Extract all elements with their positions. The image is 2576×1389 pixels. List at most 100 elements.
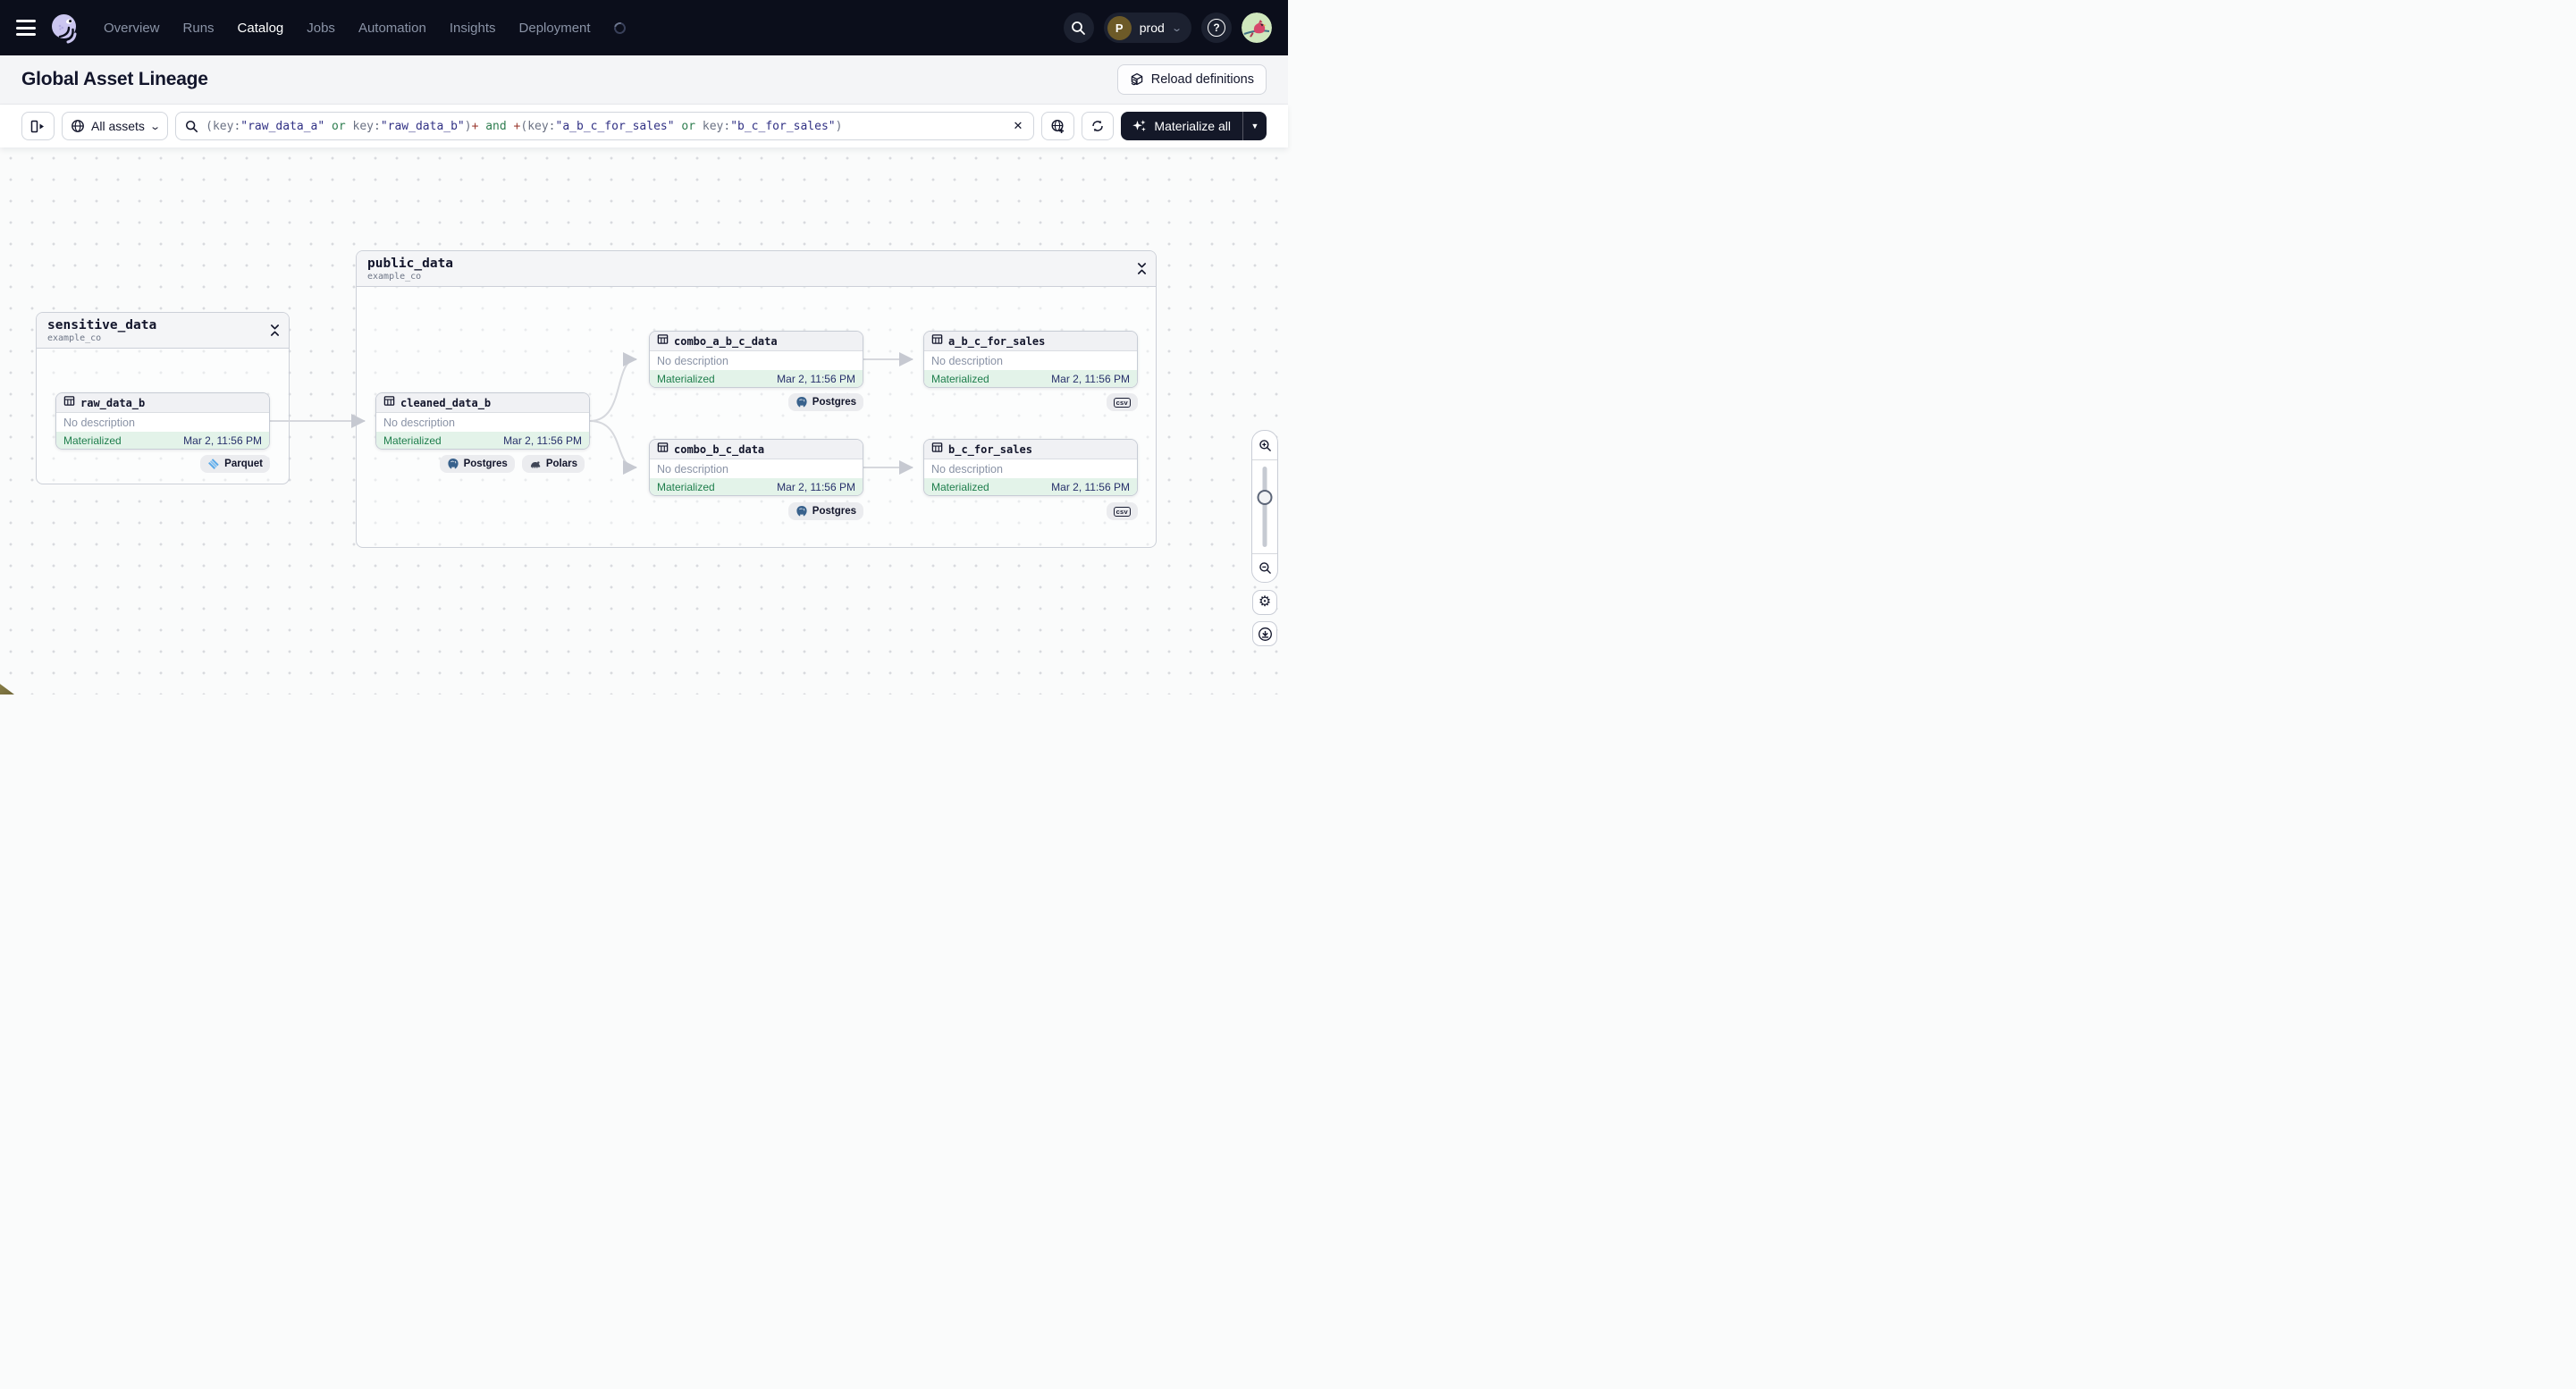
kind-tag-postgres[interactable]: Postgres [787,502,863,520]
clear-search-icon[interactable]: ✕ [1012,119,1025,133]
status-badge: Materialized [657,372,715,385]
lineage-graph-canvas[interactable]: sensitive_data example_co public_data ex… [0,147,1288,694]
top-nav: Overview Runs Catalog Jobs Automation In… [0,0,1288,55]
search-icon [186,120,198,132]
parquet-icon [208,459,219,469]
nav-item-automation[interactable]: Automation [358,21,426,36]
materialize-all-button[interactable]: Materialize all ▼ [1121,112,1267,140]
cardinal-avatar-image [1242,13,1272,43]
collapse-group-icon[interactable] [1137,262,1147,280]
tag-row: Parquet [200,455,270,473]
deployment-switcher[interactable]: P prod ⌄ [1103,13,1191,43]
nav-item-deployment[interactable]: Deployment [519,21,591,36]
asset-name: a_b_c_for_sales [948,334,1046,348]
group-location: example_co [367,272,422,282]
asset-description: No description [931,462,1003,476]
asset-description: No description [383,416,455,429]
asset-search-input[interactable]: (key:"raw_data_a" or key:"raw_data_b")+ … [175,112,1035,140]
asset-node-b-c-for-sales[interactable]: b_c_for_sales No description Materialize… [923,439,1138,496]
kind-tag-polars[interactable]: Polars [521,455,585,473]
chevron-down-icon: ⌄ [149,121,161,132]
nav-item-overview[interactable]: Overview [104,21,160,36]
reload-definitions-button[interactable]: Reload definitions [1116,64,1267,95]
tag-row: Postgres [787,393,863,411]
table-icon [383,395,395,411]
kind-tag-postgres[interactable]: Postgres [439,455,515,473]
open-panel-icon [30,120,44,132]
code-location-cube-icon [1131,72,1142,86]
zoom-slider-track[interactable] [1262,467,1267,547]
asset-node-raw-data-b[interactable]: raw_data_b No description Materialized Ma… [55,392,270,450]
postgres-icon [796,506,807,517]
zoom-out-button[interactable] [1252,553,1277,582]
zoom-slider[interactable] [1252,460,1277,553]
csv-icon: csv [1113,397,1131,408]
nav-item-runs[interactable]: Runs [183,21,215,36]
table-icon [63,395,75,411]
asset-node-a-b-c-for-sales[interactable]: a_b_c_for_sales No description Materiali… [923,331,1138,388]
asset-node-cleaned-data-b[interactable]: cleaned_data_b No description Materializ… [375,392,590,450]
asset-node-combo-a-b-c-data[interactable]: combo_a_b_c_data No description Material… [649,331,863,388]
deployment-badge: P [1107,15,1132,40]
polars-icon [530,461,541,468]
materialize-options-caret[interactable]: ▼ [1242,112,1267,140]
postgres-icon [448,459,459,469]
materialization-timestamp[interactable]: Mar 2, 11:56 PM [1051,481,1130,493]
graph-settings-button[interactable]: ⚙ [1252,590,1277,615]
materialization-timestamp[interactable]: Mar 2, 11:56 PM [1051,373,1130,385]
zoom-out-icon [1259,562,1271,574]
zoom-slider-handle[interactable] [1257,490,1273,505]
nav-item-jobs[interactable]: Jobs [307,21,335,36]
refresh-button[interactable] [1082,112,1115,140]
asset-description: No description [657,462,728,476]
loading-spinner-icon [611,20,627,36]
globe-icon [72,120,84,132]
materialization-timestamp[interactable]: Mar 2, 11:56 PM [183,434,262,447]
search-icon [1072,21,1086,35]
zoom-in-button[interactable] [1252,431,1277,460]
status-badge: Materialized [657,480,715,493]
kind-tag-parquet[interactable]: Parquet [200,455,270,473]
primary-nav: Overview Runs Catalog Jobs Automation In… [104,20,627,36]
asset-description: No description [931,354,1003,367]
nav-item-insights[interactable]: Insights [450,21,496,36]
toggle-sidebar-button[interactable] [21,112,55,140]
search-button[interactable] [1063,13,1094,43]
materialization-timestamp[interactable]: Mar 2, 11:56 PM [777,373,855,385]
kind-tag-postgres[interactable]: Postgres [787,393,863,411]
kind-tag-csv[interactable]: csv [1106,393,1138,411]
asset-filter-dropdown[interactable]: All assets ⌄ [62,112,169,140]
asset-selection-query[interactable]: (key:"raw_data_a" or key:"raw_data_b")+ … [206,120,1004,133]
group-header[interactable]: public_data example_co [357,251,1156,287]
asset-description: No description [63,416,135,429]
table-icon [657,333,669,349]
tag-row: Postgres Polars [439,455,585,473]
status-badge: Materialized [931,372,989,385]
deployment-name: prod [1139,21,1165,35]
refresh-icon [1092,120,1104,132]
user-avatar[interactable] [1242,13,1272,43]
page-title: Global Asset Lineage [21,69,208,89]
status-badge: Materialized [63,434,122,447]
asset-name: raw_data_b [80,396,146,409]
materialization-timestamp[interactable]: Mar 2, 11:56 PM [777,481,855,493]
asset-node-combo-b-c-data[interactable]: combo_b_c_data No description Materializ… [649,439,863,496]
tag-row: csv [1106,393,1138,411]
status-badge: Materialized [383,434,442,447]
nav-item-catalog[interactable]: Catalog [238,21,284,36]
collapse-group-icon[interactable] [270,324,280,341]
lineage-toolbar: All assets ⌄ (key:"raw_data_a" or key:"r… [0,105,1288,147]
kind-tag-csv[interactable]: csv [1106,502,1138,520]
menu-icon[interactable] [16,20,36,36]
corner-artifact [0,684,14,694]
materialization-timestamp[interactable]: Mar 2, 11:56 PM [503,434,582,447]
asset-name: combo_b_c_data [674,442,765,456]
group-header[interactable]: sensitive_data example_co [37,313,289,349]
dagster-logo-icon[interactable] [48,12,80,44]
table-icon [657,442,669,458]
filter-to-selection-button[interactable] [1041,112,1075,140]
tag-row: Postgres [787,502,863,520]
help-button[interactable]: ? [1201,13,1232,43]
download-graph-button[interactable] [1252,621,1277,646]
download-icon [1258,627,1272,641]
